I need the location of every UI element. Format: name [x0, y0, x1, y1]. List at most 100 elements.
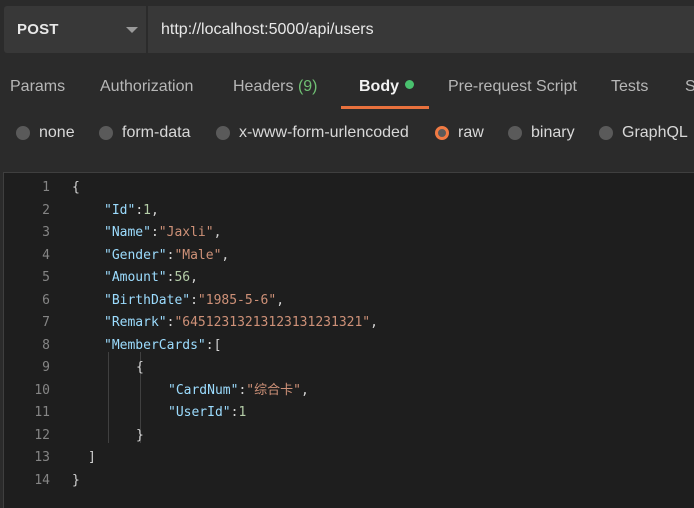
code-token: "Remark" [104, 315, 167, 330]
code-text: { [136, 357, 144, 379]
radio-binary[interactable]: binary [508, 124, 575, 142]
code-token: "Name" [104, 225, 151, 240]
radio-circle-icon [599, 126, 613, 140]
headers-count-badge: (9) [297, 78, 318, 95]
code-token: , [150, 202, 159, 218]
code-text: "Remark":"6451231321312313123132​1", [104, 312, 378, 334]
line-number: 6 [42, 292, 50, 308]
line-number: 3 [42, 225, 50, 240]
code-token: , [370, 315, 378, 330]
code-text: "Id":1, [104, 200, 159, 222]
line-number: 8 [42, 337, 50, 353]
active-tab-underline [341, 106, 429, 109]
code-token: "1985-5-6" [197, 292, 277, 308]
code-token: { [72, 180, 80, 195]
code-text: ] [88, 447, 96, 469]
tab-headers-label: Headers [233, 78, 294, 95]
method-label: POST [17, 21, 59, 38]
code-text: { [72, 177, 80, 199]
code-token: , [300, 382, 309, 398]
code-line: 6 "BirthDate":"1985-5-6", [4, 290, 694, 312]
code-token: 1 [238, 405, 247, 420]
tab-prerequest-script[interactable]: Pre-request Script [448, 78, 577, 96]
code-token: "MemberCards" [104, 337, 206, 353]
code-token: : [190, 292, 198, 308]
code-line: 1{ [4, 177, 694, 199]
body-code-editor[interactable]: 1{2 "Id":1, 3 "Name":"Jaxli", 4 "Gender":"Mal… [3, 172, 694, 508]
code-text: "CardNum":"综合卡", [168, 380, 309, 402]
radio-none-label: none [39, 124, 75, 141]
code-token: { [136, 360, 144, 375]
code-token: , [221, 247, 230, 263]
line-number: 14 [34, 472, 50, 488]
radio-none[interactable]: none [16, 124, 75, 142]
code-token: ] [88, 450, 96, 465]
radio-graphql[interactable]: GraphQL [599, 124, 688, 142]
line-number: 2 [42, 202, 50, 218]
code-token: , [213, 225, 222, 240]
code-line: 12} [4, 425, 694, 447]
code-token: "Id" [104, 202, 136, 218]
radio-form-data[interactable]: form-data [99, 124, 190, 142]
code-text: "Amount":56, [104, 267, 198, 289]
radio-urlencoded[interactable]: x-www-form-urlencoded [216, 124, 409, 142]
tab-body-label: Body [359, 78, 399, 95]
code-token: :[ [205, 337, 222, 353]
code-token: "Jaxli" [158, 225, 214, 240]
code-text: "Gender":"Male", [104, 245, 229, 267]
radio-circle-icon [16, 126, 30, 140]
code-token: "6451231321312313123132​1" [174, 315, 371, 330]
radio-form-data-label: form-data [122, 124, 191, 141]
code-line: 10 "CardNum":"综合卡", [4, 380, 694, 402]
code-line: 2 "Id":1, [4, 200, 694, 222]
code-text: "MemberCards":[ [104, 335, 221, 357]
radio-circle-icon [99, 126, 113, 140]
code-line: 7 "Remark":"6451231321312313123132​1", [4, 312, 694, 334]
code-line: 3 "Name":"Jaxli", [4, 222, 694, 244]
line-number: 12 [34, 427, 50, 443]
code-line: 8 "MemberCards":[ [4, 335, 694, 357]
line-number: 11 [34, 405, 50, 420]
tab-authorization[interactable]: Authorization [100, 78, 193, 96]
radio-checked-icon [435, 126, 449, 140]
code-line: 11 "UserId":1 [4, 402, 694, 424]
radio-urlencoded-label: x-www-form-urlencoded [239, 124, 409, 141]
code-token: "Amount" [104, 270, 167, 285]
tab-tests[interactable]: Tests [611, 78, 648, 96]
code-line: 4 "Gender":"Male", [4, 245, 694, 267]
code-text: } [136, 425, 144, 447]
code-text: "Name":"Jaxli", [104, 222, 221, 244]
line-number: 1 [42, 180, 50, 195]
line-number: 4 [42, 247, 50, 263]
code-token: "Male" [174, 247, 222, 263]
body-type-options: none form-data x-www-form-urlencoded raw… [0, 118, 694, 150]
chevron-down-icon [126, 27, 138, 33]
request-tabs: Params Authorization Headers (9) Body Pr… [0, 64, 694, 110]
line-number: 13 [34, 450, 50, 465]
method-select[interactable]: POST [4, 6, 146, 53]
code-token: "UserId" [168, 405, 231, 420]
tab-body[interactable]: Body [359, 78, 414, 96]
line-number: 5 [42, 270, 50, 285]
radio-raw-label: raw [458, 124, 484, 141]
code-line: 13] [4, 447, 694, 469]
tab-headers[interactable]: Headers (9) [233, 78, 318, 96]
tab-settings[interactable]: S [685, 78, 694, 96]
radio-circle-icon [216, 126, 230, 140]
url-input[interactable]: http://localhost:5000/api/users [148, 6, 694, 53]
code-token: } [136, 427, 144, 443]
code-line: 5 "Amount":56, [4, 267, 694, 289]
code-token: : [150, 225, 159, 240]
code-token: } [72, 472, 80, 488]
code-token: , [276, 292, 285, 308]
code-text: } [72, 470, 80, 492]
code-text: "UserId":1 [168, 402, 246, 424]
tab-params[interactable]: Params [10, 78, 65, 96]
radio-graphql-label: GraphQL [622, 124, 688, 141]
code-token: "综合卡" [246, 382, 301, 398]
code-line: 9{ [4, 357, 694, 379]
body-active-dot-icon [405, 80, 414, 89]
code-token: 56 [174, 270, 191, 285]
radio-raw[interactable]: raw [435, 124, 484, 142]
request-bar: POST http://localhost:5000/api/users [0, 0, 694, 60]
